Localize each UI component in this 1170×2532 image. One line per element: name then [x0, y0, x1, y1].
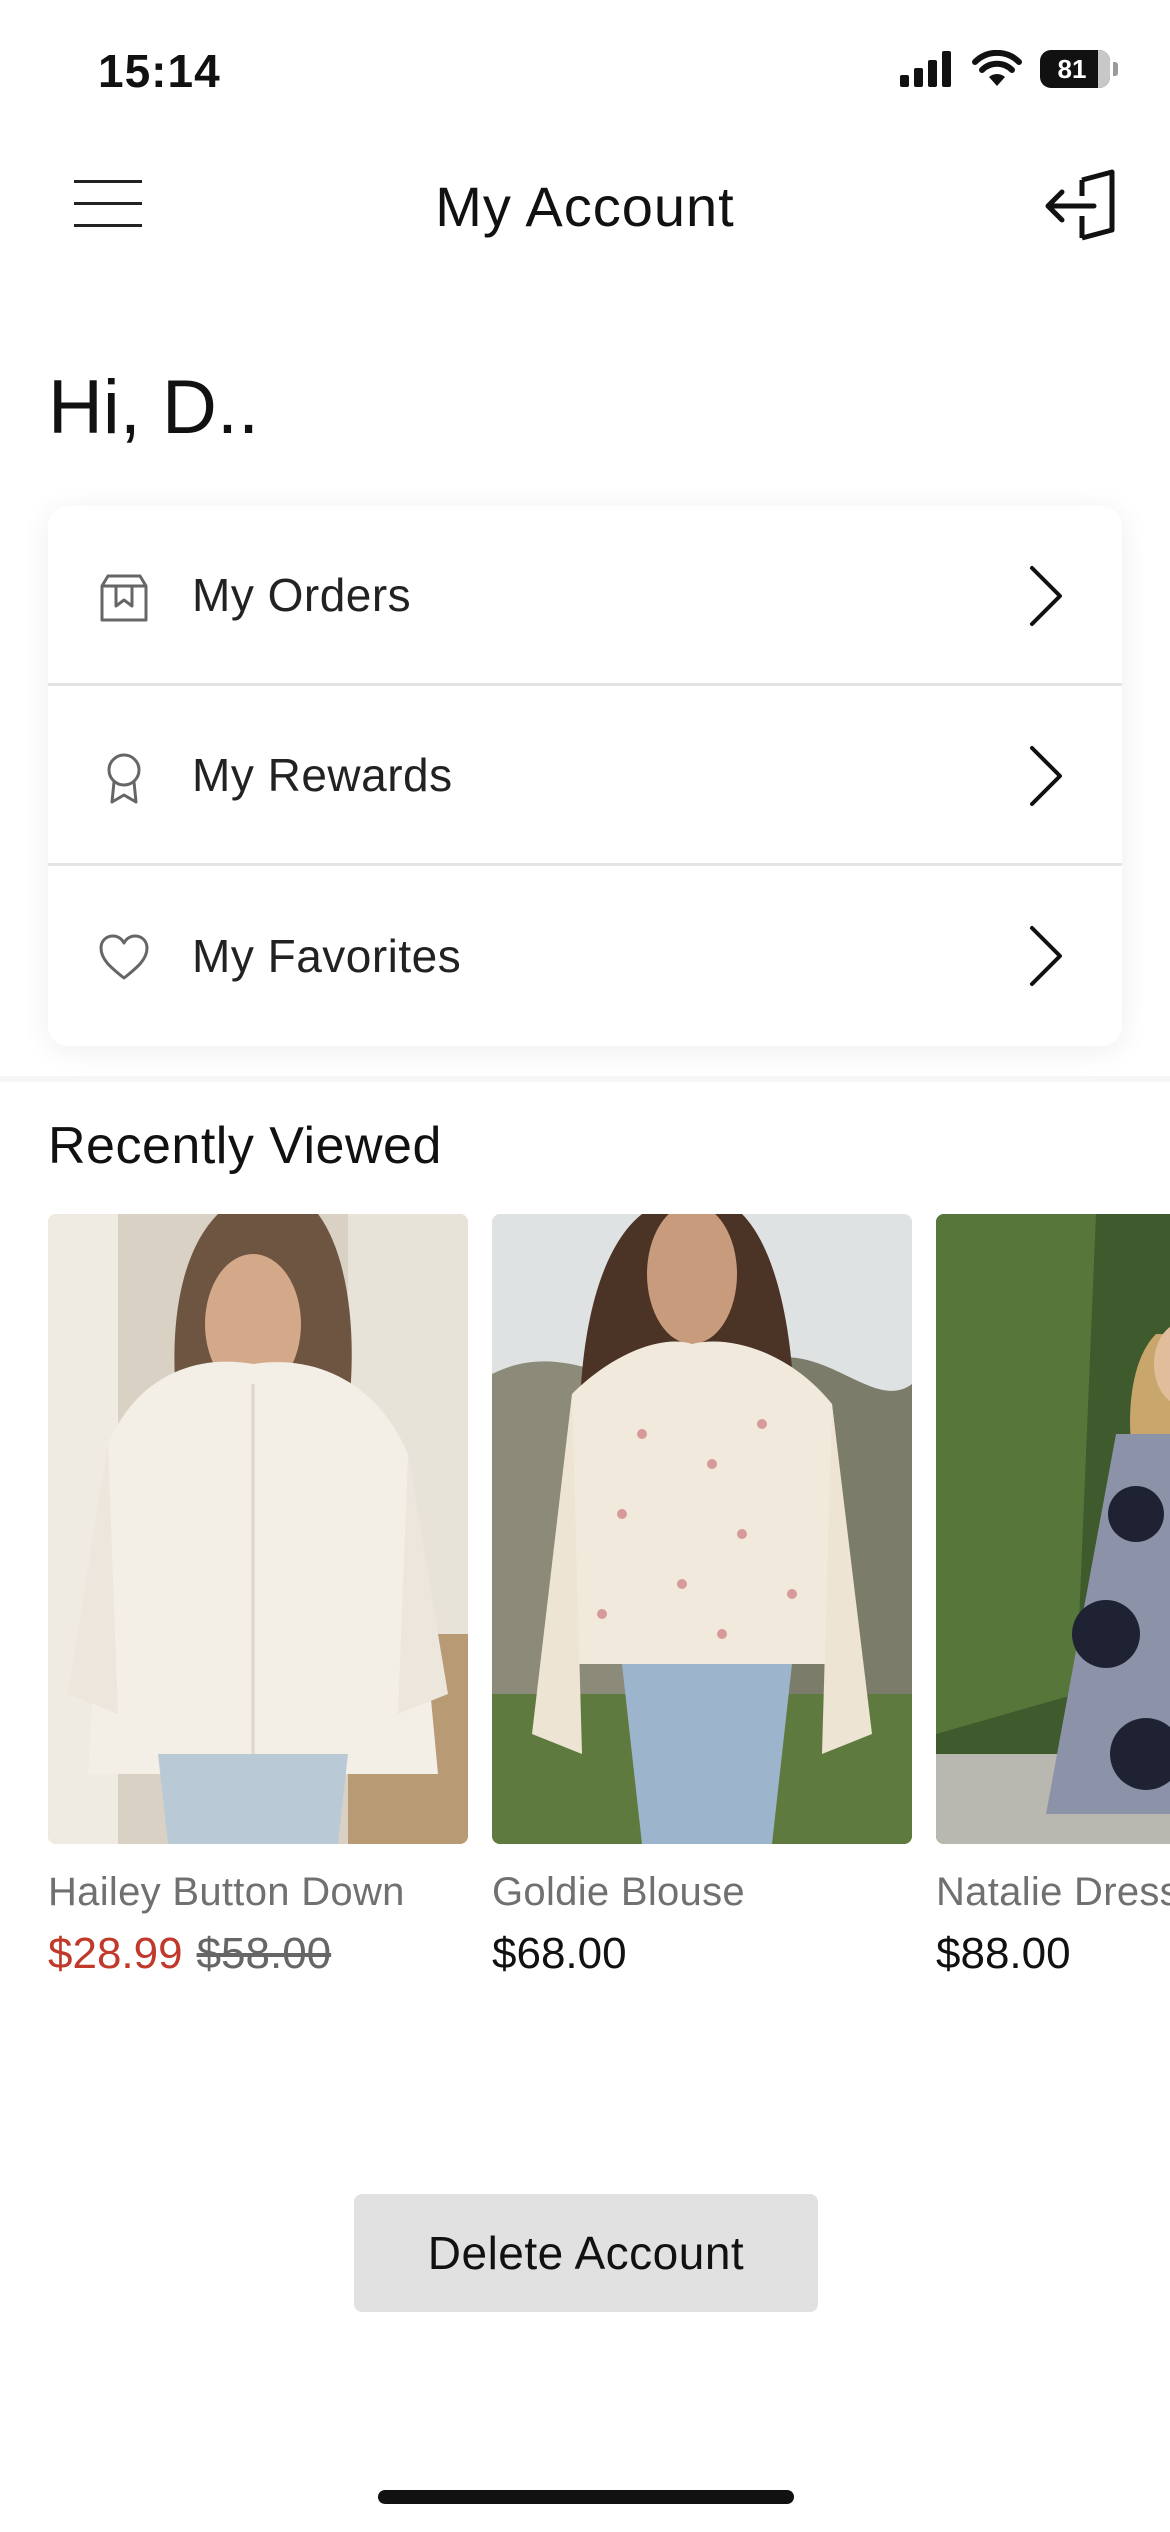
heart-icon [99, 934, 149, 980]
delete-account-button[interactable]: Delete Account [354, 2194, 818, 2312]
price: $88.00 [936, 1929, 1071, 1978]
award-ribbon-icon [107, 753, 141, 804]
orders-box-icon [100, 574, 148, 622]
sale-price: $28.99 [48, 1929, 183, 1978]
product-name: Hailey Button Down [48, 1870, 405, 1914]
cellular-signal-icon [900, 51, 951, 87]
recently-viewed-list: Hailey Button Down $28.99 $58.00 Goldie … [48, 1214, 1170, 2014]
account-menu: My Orders My Rewards My Favorites [48, 506, 1122, 1046]
product-card[interactable]: Natalie Dress $88.00 [936, 1214, 1170, 1979]
recently-viewed-title: Recently Viewed [48, 1117, 442, 1175]
header: My Account [0, 150, 1170, 260]
page-title: My Account [435, 175, 735, 238]
menu-item-label: My Rewards [192, 748, 453, 801]
product-image[interactable] [48, 1214, 468, 1844]
chevron-right-icon [1030, 926, 1062, 986]
status-time: 15:14 [98, 45, 221, 97]
product-price: $88.00 [936, 1929, 1170, 1979]
price: $68.00 [492, 1929, 627, 1978]
logout-icon[interactable] [1042, 166, 1122, 246]
menu-item-my-favorites[interactable]: My Favorites [48, 866, 1122, 1046]
product-price: $68.00 [492, 1929, 912, 1979]
product-name: Goldie Blouse [492, 1870, 745, 1914]
battery-level: 81 [1057, 53, 1087, 84]
product-image[interactable] [936, 1214, 1170, 1844]
chevron-right-icon [1030, 566, 1062, 626]
menu-item-my-orders[interactable]: My Orders [48, 506, 1122, 686]
product-name: Natalie Dress [936, 1870, 1170, 1914]
original-price: $58.00 [196, 1929, 332, 1978]
status-bar: 15:14 81 [0, 0, 1170, 150]
section-divider [0, 1076, 1170, 1082]
battery-icon: 81 [1040, 50, 1118, 88]
menu-item-label: My Orders [192, 568, 412, 621]
menu-item-label: My Favorites [192, 930, 462, 982]
home-indicator [378, 2490, 794, 2504]
product-card[interactable]: Hailey Button Down $28.99 $58.00 [48, 1214, 468, 1979]
product-card[interactable]: Goldie Blouse $68.00 [492, 1214, 912, 1979]
product-price: $28.99 $58.00 [48, 1929, 468, 1979]
account-screen: 15:14 81 My Account Hi, D.. My Orders My… [0, 0, 1170, 2532]
greeting: Hi, D.. [48, 365, 260, 450]
product-image[interactable] [492, 1214, 912, 1844]
chevron-right-icon [1030, 746, 1062, 806]
menu-item-my-rewards[interactable]: My Rewards [48, 686, 1122, 866]
status-icons: 81 [900, 50, 1118, 88]
wifi-icon [972, 50, 1022, 86]
